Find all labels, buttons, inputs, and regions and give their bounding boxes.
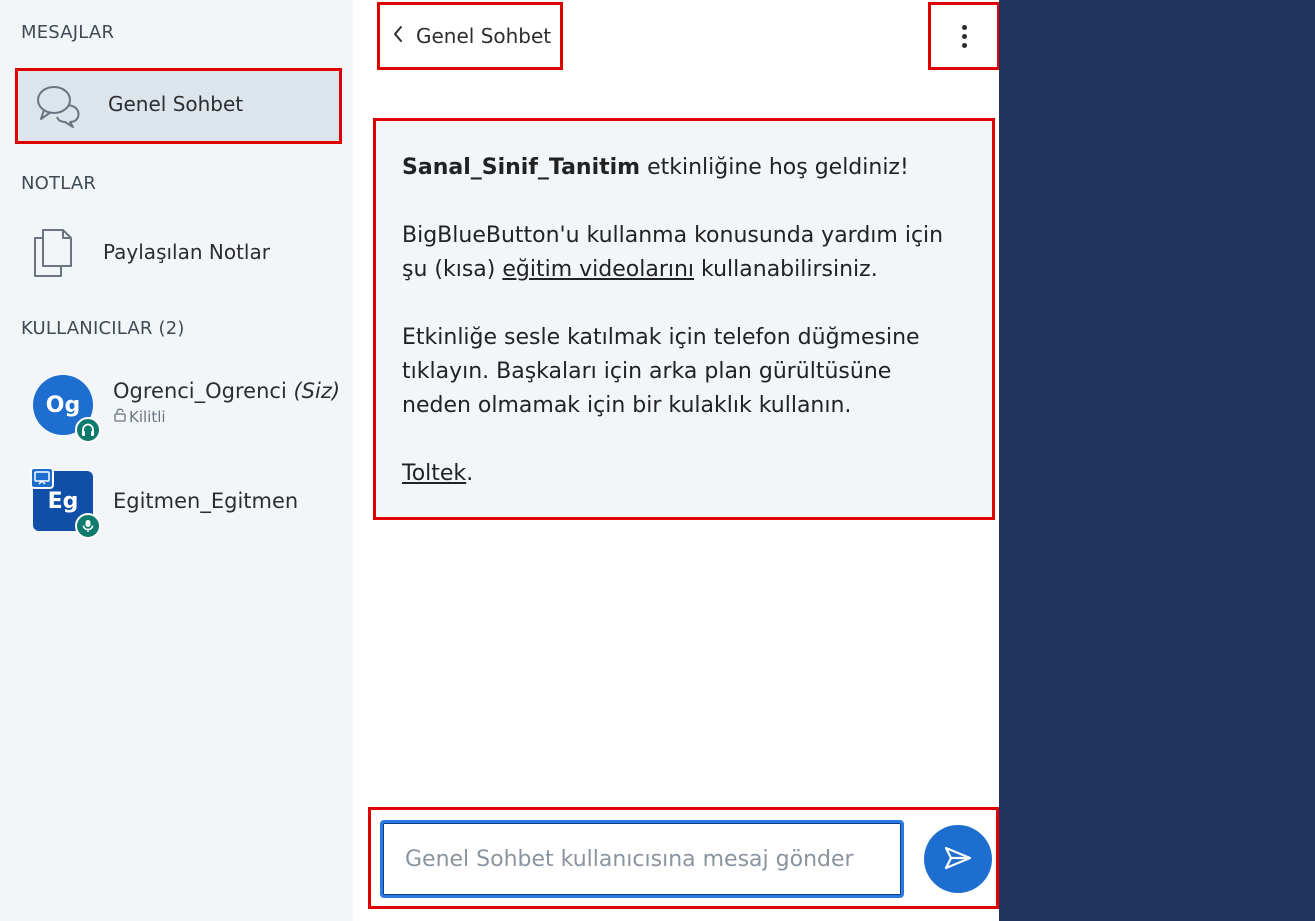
chat-title: Genel Sohbet — [416, 24, 552, 48]
presenter-icon — [30, 467, 54, 489]
kebab-dot — [961, 42, 967, 48]
headset-icon — [75, 417, 101, 443]
close-chat-button[interactable]: Genel Sohbet — [377, 2, 563, 70]
user-list-item[interactable]: Eg Egitmen_Egitmen — [15, 467, 342, 551]
sidebar-item-shared-notes[interactable]: Paylaşılan Notlar — [15, 218, 342, 288]
users-section-title: KULLANICILAR (2) — [21, 318, 185, 339]
message-input[interactable] — [380, 820, 904, 898]
message-composer — [368, 807, 999, 909]
chat-bubbles-icon — [34, 81, 84, 131]
microphone-icon — [75, 513, 101, 539]
avatar-initials: Og — [45, 392, 81, 418]
chat-options-button[interactable] — [928, 2, 1000, 70]
send-icon — [943, 845, 973, 874]
tutorial-videos-link[interactable]: eğitim videolarını — [502, 257, 694, 282]
sidebar-item-public-chat[interactable]: Genel Sohbet — [15, 68, 342, 144]
sidebar: MESAJLAR Genel Sohbet NOTLAR Paylaşılan … — [0, 0, 353, 921]
notes-section-title: NOTLAR — [21, 173, 97, 194]
sidebar-item-label: Paylaşılan Notlar — [103, 240, 270, 264]
avatar-initials: Eg — [47, 488, 79, 514]
sidebar-item-label: Genel Sohbet — [108, 92, 244, 116]
lock-icon — [113, 408, 127, 426]
chat-panel: Genel Sohbet Sanal_Sinif_Tanitim etkinli… — [353, 0, 1000, 921]
user-list-item[interactable]: Og Ogrenci_Ogrenci (Siz) Kilitli — [15, 375, 342, 455]
toltek-link[interactable]: Toltek — [402, 461, 466, 486]
user-name: Ogrenci_Ogrenci (Siz) — [113, 379, 341, 403]
kebab-dot — [961, 24, 967, 30]
chevron-left-icon — [392, 24, 404, 48]
welcome-signature: Toltek. — [402, 461, 474, 486]
welcome-audio-text: Etkinliğe sesle katılmak için telefon dü… — [402, 325, 920, 418]
presentation-area — [999, 0, 1315, 921]
you-indicator: (Siz) — [293, 379, 341, 403]
welcome-message: Sanal_Sinif_Tanitim etkinliğine hoş geld… — [373, 118, 995, 520]
send-button[interactable] — [924, 825, 992, 893]
user-name: Egitmen_Egitmen — [113, 489, 299, 513]
messages-section-title: MESAJLAR — [21, 22, 115, 43]
document-copy-icon — [29, 226, 75, 280]
welcome-help-text: BigBlueButton'u kullanma konusunda yardı… — [402, 223, 944, 282]
welcome-title: Sanal_Sinif_Tanitim etkinliğine hoş geld… — [402, 155, 909, 180]
locked-status: Kilitli — [113, 408, 166, 426]
kebab-dot — [961, 33, 967, 39]
